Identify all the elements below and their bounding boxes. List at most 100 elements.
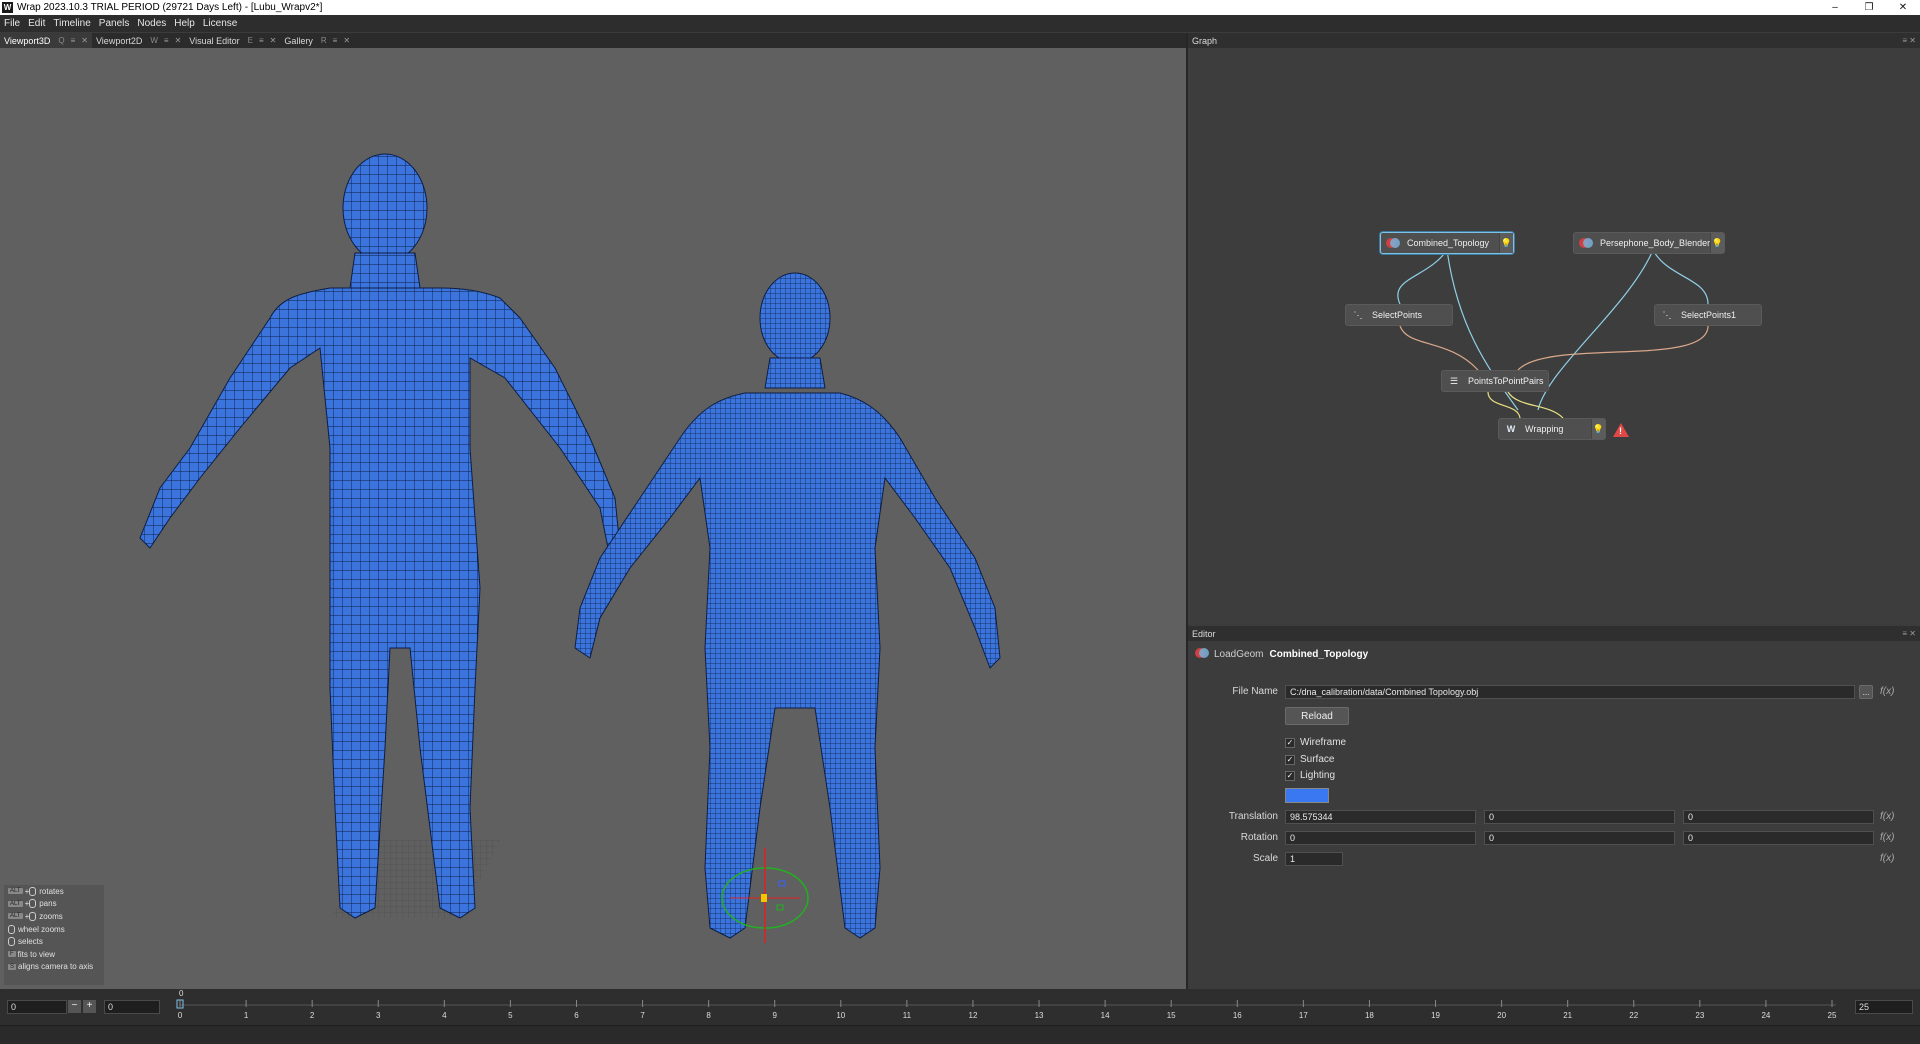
- menu-file[interactable]: File: [4, 18, 20, 29]
- tab-viewport2d[interactable]: Viewport2D W ≡ ✕: [92, 33, 185, 48]
- ruler-tick-label: 0: [178, 1011, 183, 1020]
- tab-label: Visual Editor: [189, 35, 240, 46]
- tab-visual-editor[interactable]: Visual Editor E ≡ ✕: [185, 33, 280, 48]
- graph-node-pointstopointpairs[interactable]: ☰ PointsToPointPairs: [1441, 370, 1549, 392]
- node-graph[interactable]: Combined_Topology 💡 Persephone_Body_Blen…: [1188, 48, 1920, 624]
- translation-fx-button[interactable]: f(x): [1880, 811, 1894, 822]
- panel-menu-icon[interactable]: ≡ ✕: [1902, 33, 1916, 48]
- tab-close-icon[interactable]: ✕: [175, 36, 182, 45]
- maximize-button[interactable]: ❐: [1852, 0, 1886, 15]
- scale-field[interactable]: 1: [1285, 852, 1343, 866]
- ruler-tick-label: 23: [1695, 1011, 1704, 1020]
- status-bar: [0, 1025, 1920, 1044]
- ruler-tick-label: 19: [1431, 1011, 1440, 1020]
- graph-node-selectpoints1[interactable]: ⋱ SelectPoints1: [1654, 304, 1762, 326]
- node-label: Combined_Topology: [1407, 238, 1490, 248]
- menu-license[interactable]: License: [203, 18, 237, 29]
- node-visibility-bulb-icon[interactable]: 💡: [1710, 233, 1724, 253]
- translation-z-field[interactable]: 0: [1683, 810, 1874, 824]
- persephone-mesh[interactable]: [574, 272, 1001, 939]
- rotation-z-field[interactable]: 0: [1683, 831, 1874, 845]
- node-type-label: LoadGeom: [1214, 649, 1264, 660]
- menu-panels[interactable]: Panels: [99, 18, 130, 29]
- ruler-tick-label: 8: [706, 1011, 711, 1020]
- graph-node-combined-topology[interactable]: Combined_Topology 💡: [1380, 232, 1514, 254]
- tab-close-icon[interactable]: ✕: [81, 36, 88, 45]
- node-name-label: Combined_Topology: [1269, 649, 1369, 660]
- graph-panel-header: Graph ≡ ✕: [1188, 33, 1920, 48]
- combined-topology-mesh[interactable]: [139, 153, 621, 919]
- increment-button[interactable]: +: [83, 1000, 96, 1013]
- rotation-y-field[interactable]: 0: [1484, 831, 1675, 845]
- color-swatch[interactable]: [1285, 788, 1329, 803]
- ruler-tick-label: 24: [1761, 1011, 1770, 1020]
- tab-gallery[interactable]: Gallery R ≡ ✕: [280, 33, 354, 48]
- tab-menu-icon[interactable]: ≡: [333, 36, 338, 45]
- scale-fx-button[interactable]: f(x): [1880, 853, 1894, 864]
- help-row: Ffits to view: [8, 949, 56, 959]
- tab-viewport3d[interactable]: Viewport3D Q ≡ ✕: [0, 33, 92, 48]
- s-key-icon: S: [8, 963, 17, 970]
- help-row: selects: [4, 935, 104, 948]
- menu-timeline[interactable]: Timeline: [53, 18, 90, 29]
- decrement-button[interactable]: −: [68, 1000, 81, 1013]
- wireframe-checkbox[interactable]: ✓ Wireframe: [1285, 737, 1346, 748]
- menu-edit[interactable]: Edit: [28, 18, 45, 29]
- tab-menu-icon[interactable]: ≡: [259, 36, 264, 45]
- mouse-right-icon: [29, 911, 37, 921]
- graph-panel-title: Graph: [1192, 35, 1218, 46]
- close-button[interactable]: ✕: [1886, 0, 1920, 15]
- mouse-wheel-icon: [8, 924, 15, 934]
- start-frame-field[interactable]: 0: [7, 1000, 67, 1014]
- checkbox-icon[interactable]: ✓: [1285, 737, 1295, 748]
- menu-help[interactable]: Help: [174, 18, 195, 29]
- timeline-ruler[interactable]: 0 1 2 3 4 5 6 7 8 9 10 11 12 13 14 15 16 17 18 19 20 21 22 23 24…: [176, 997, 1842, 1023]
- checkbox-icon[interactable]: ✓: [1285, 770, 1295, 781]
- ruler-tick-label: 9: [772, 1011, 777, 1020]
- tab-close-icon[interactable]: ✕: [270, 36, 277, 45]
- minimize-button[interactable]: –: [1818, 0, 1852, 15]
- viewport3d[interactable]: ALT + rotates ALT + pans ALT + zooms wheel zoo…: [0, 48, 1186, 989]
- ruler-tick-label: 5: [508, 1011, 513, 1020]
- tab-label: Gallery: [284, 35, 313, 46]
- graph-node-persephone-body-blender[interactable]: Persephone_Body_Blender 💡: [1573, 232, 1725, 254]
- ruler-tick-label: 16: [1233, 1011, 1242, 1020]
- last-frame-field[interactable]: 25: [1855, 1000, 1913, 1014]
- rotation-fx-button[interactable]: f(x): [1880, 832, 1894, 843]
- help-row: wheel zooms: [4, 923, 104, 936]
- reload-button[interactable]: Reload: [1285, 707, 1349, 725]
- ruler-tick-label: 11: [903, 1011, 912, 1020]
- tab-menu-icon[interactable]: ≡: [164, 36, 169, 45]
- help-row: ALT + pans: [8, 899, 57, 909]
- end-frame-field[interactable]: 0: [104, 1000, 160, 1014]
- rotation-x-field[interactable]: 0: [1285, 831, 1476, 845]
- browse-button[interactable]: ...: [1859, 685, 1873, 699]
- ruler-tick-label: 4: [442, 1011, 447, 1020]
- translation-x-field[interactable]: 98.575344: [1285, 810, 1476, 824]
- tab-menu-icon[interactable]: ≡: [71, 36, 76, 45]
- node-label: SelectPoints1: [1681, 310, 1737, 320]
- warning-icon[interactable]: !: [1613, 423, 1629, 437]
- menu-nodes[interactable]: Nodes: [137, 18, 166, 29]
- tab-close-icon[interactable]: ✕: [343, 36, 350, 45]
- ruler-tick-label: 15: [1167, 1011, 1176, 1020]
- surface-checkbox[interactable]: ✓ Surface: [1285, 754, 1334, 765]
- file-name-field[interactable]: C:/dna_calibration/data/Combined Topolog…: [1285, 685, 1855, 699]
- alt-key-icon: ALT: [8, 900, 23, 907]
- window-title: Wrap 2023.10.3 TRIAL PERIOD (29721 Days …: [17, 2, 323, 13]
- checkbox-icon[interactable]: ✓: [1285, 754, 1295, 765]
- tab-shortcut: W: [150, 36, 158, 45]
- panel-menu-icon[interactable]: ≡ ✕: [1902, 626, 1916, 641]
- node-visibility-bulb-icon[interactable]: 💡: [1591, 419, 1605, 439]
- graph-node-selectpoints[interactable]: ⋱ SelectPoints: [1345, 304, 1453, 326]
- node-visibility-bulb-icon[interactable]: 💡: [1499, 233, 1513, 253]
- ruler-tick-label: 21: [1563, 1011, 1572, 1020]
- graph-node-wrapping[interactable]: W Wrapping 💡: [1498, 418, 1606, 440]
- ruler-tick-label: 18: [1365, 1011, 1374, 1020]
- file-name-fx-button[interactable]: f(x): [1880, 686, 1894, 697]
- help-row: ALT + rotates: [8, 886, 64, 896]
- scene-canvas[interactable]: [0, 48, 1186, 989]
- ruler-tick-label: 10: [836, 1011, 845, 1020]
- translation-y-field[interactable]: 0: [1484, 810, 1675, 824]
- lighting-checkbox[interactable]: ✓ Lighting: [1285, 770, 1335, 781]
